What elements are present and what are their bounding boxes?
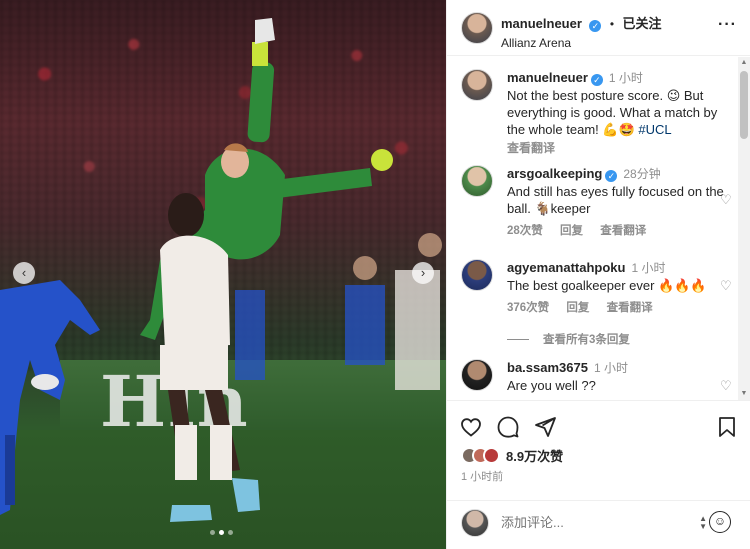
input-stepper-icon[interactable]: ▲ ▼	[699, 515, 707, 531]
like-comment-heart-icon[interactable]: ♡	[720, 279, 733, 292]
add-comment-bar: ▲▼ ☺	[447, 500, 750, 549]
separator-dot: •	[609, 17, 615, 31]
save-bookmark-icon[interactable]	[715, 415, 739, 439]
comment-body: arsgoalkeeping ✓ 28分钟 And still has eyes f…	[507, 165, 731, 240]
post-actions: 8.9万次赞 1 小时前	[447, 400, 750, 510]
reply-button[interactable]: 回复	[566, 302, 589, 314]
comment-likes[interactable]: 28次赞	[507, 225, 543, 237]
following-button[interactable]: 已关注	[622, 16, 661, 31]
comment-item: arsgoalkeeping ✓ 28分钟 And still has eyes f…	[461, 165, 737, 245]
blue-player-left	[0, 280, 100, 515]
carousel-dot	[210, 530, 215, 535]
see-translation-button[interactable]: 查看翻译	[507, 140, 731, 157]
reply-button[interactable]: 回复	[560, 225, 583, 237]
comment-body: ba.ssam3675 1 小时 Are you well ??	[507, 359, 731, 394]
see-translation-button[interactable]: 查看翻译	[607, 302, 653, 314]
carousel-dots	[210, 530, 233, 535]
see-translation-button[interactable]: 查看翻译	[600, 225, 646, 237]
comment-body: agyemanattahpoku 1 小时 The best goalkeeper…	[507, 259, 731, 317]
caption-username[interactable]: manuelneuer	[507, 70, 588, 85]
verified-badge-icon: ✓	[590, 74, 603, 86]
post-photo[interactable]: Hin	[0, 0, 446, 549]
comment-time[interactable]: 28分钟	[623, 167, 660, 181]
caption-body: manuelneuer ✓ 1 小时 Not the best posture sc…	[507, 69, 731, 157]
caption-time[interactable]: 1 小时	[609, 71, 643, 85]
view-replies-button[interactable]: 查看所有3条回复	[507, 331, 630, 347]
commenter-avatar[interactable]	[461, 259, 493, 291]
commenter-username[interactable]: arsgoalkeeping	[507, 166, 602, 181]
players-illustration	[0, 18, 442, 522]
previous-slide-button[interactable]: ‹	[13, 262, 35, 284]
more-options-icon[interactable]: ···	[718, 16, 737, 34]
caption-text: Not the best posture score. 😉 But everyt…	[507, 88, 718, 137]
comments-scrollbar[interactable]: ▲ ▼	[738, 57, 750, 400]
comment-text: And still has eyes fully focused on the …	[507, 184, 724, 216]
background-players	[235, 233, 442, 390]
emoji-smiley-icon[interactable]: ☺	[709, 511, 731, 533]
verified-badge-icon: ✓	[589, 20, 602, 32]
comment-time[interactable]: 1 小时	[594, 361, 628, 375]
commenter-avatar[interactable]	[461, 359, 493, 391]
post-header: manuelneuer ✓ • 已关注 Allianz Arena ···	[447, 0, 750, 56]
comment-likes[interactable]: 376次赞	[507, 302, 549, 314]
author-info: manuelneuer ✓ • 已关注 Allianz Arena	[501, 13, 662, 50]
comment-bubble-icon[interactable]	[496, 415, 520, 439]
scroll-up-arrow-icon[interactable]: ▲	[740, 59, 748, 67]
commenter-avatar[interactable]	[461, 165, 493, 197]
like-heart-icon[interactable]	[459, 415, 483, 439]
scrollbar-thumb[interactable]	[740, 71, 748, 139]
author-username[interactable]: manuelneuer	[501, 16, 582, 31]
share-paper-plane-icon[interactable]	[533, 415, 557, 439]
comment-text: Are you well ??	[507, 378, 596, 393]
hashtag-link[interactable]: #UCL	[638, 122, 671, 137]
verified-badge-icon: ✓	[605, 170, 618, 182]
carousel-dot-active	[219, 530, 224, 535]
liker-avatar	[483, 446, 500, 464]
like-comment-heart-icon[interactable]: ♡	[720, 379, 733, 392]
next-slide-button[interactable]: ›	[412, 262, 434, 284]
comment-item: agyemanattahpoku 1 小时 The best goalkeeper…	[461, 259, 737, 339]
location-link[interactable]: Allianz Arena	[501, 36, 662, 50]
add-comment-input[interactable]	[501, 515, 681, 530]
carousel-dot	[228, 530, 233, 535]
commenter-username[interactable]: ba.ssam3675	[507, 360, 588, 375]
post-sidebar: manuelneuer ✓ • 已关注 Allianz Arena ··· ma…	[446, 0, 750, 549]
comment-meta: 28次赞 回复 查看翻译	[507, 223, 731, 240]
caption: manuelneuer ✓ 1 小时 Not the best posture sc…	[461, 69, 737, 155]
post-timestamp[interactable]: 1 小时前	[461, 468, 503, 484]
commenter-username[interactable]: agyemanattahpoku	[507, 260, 625, 275]
comments-list: manuelneuer ✓ 1 小时 Not the best posture sc…	[447, 57, 739, 400]
current-user-avatar	[461, 509, 489, 537]
comment-time[interactable]: 1 小时	[631, 261, 665, 275]
caption-avatar[interactable]	[461, 69, 493, 101]
scroll-down-arrow-icon[interactable]: ▼	[740, 390, 748, 398]
comment-item: ba.ssam3675 1 小时 Are you well ?? ♡	[461, 359, 737, 400]
like-comment-heart-icon[interactable]: ♡	[720, 193, 733, 206]
comment-meta: 376次赞 回复 查看翻译	[507, 300, 731, 317]
comment-text: The best goalkeeper ever 🔥🔥🔥	[507, 278, 707, 293]
author-avatar[interactable]	[461, 12, 493, 44]
likes-summary[interactable]: 8.9万次赞	[461, 445, 563, 465]
likes-count[interactable]: 8.9万次赞	[506, 446, 563, 465]
